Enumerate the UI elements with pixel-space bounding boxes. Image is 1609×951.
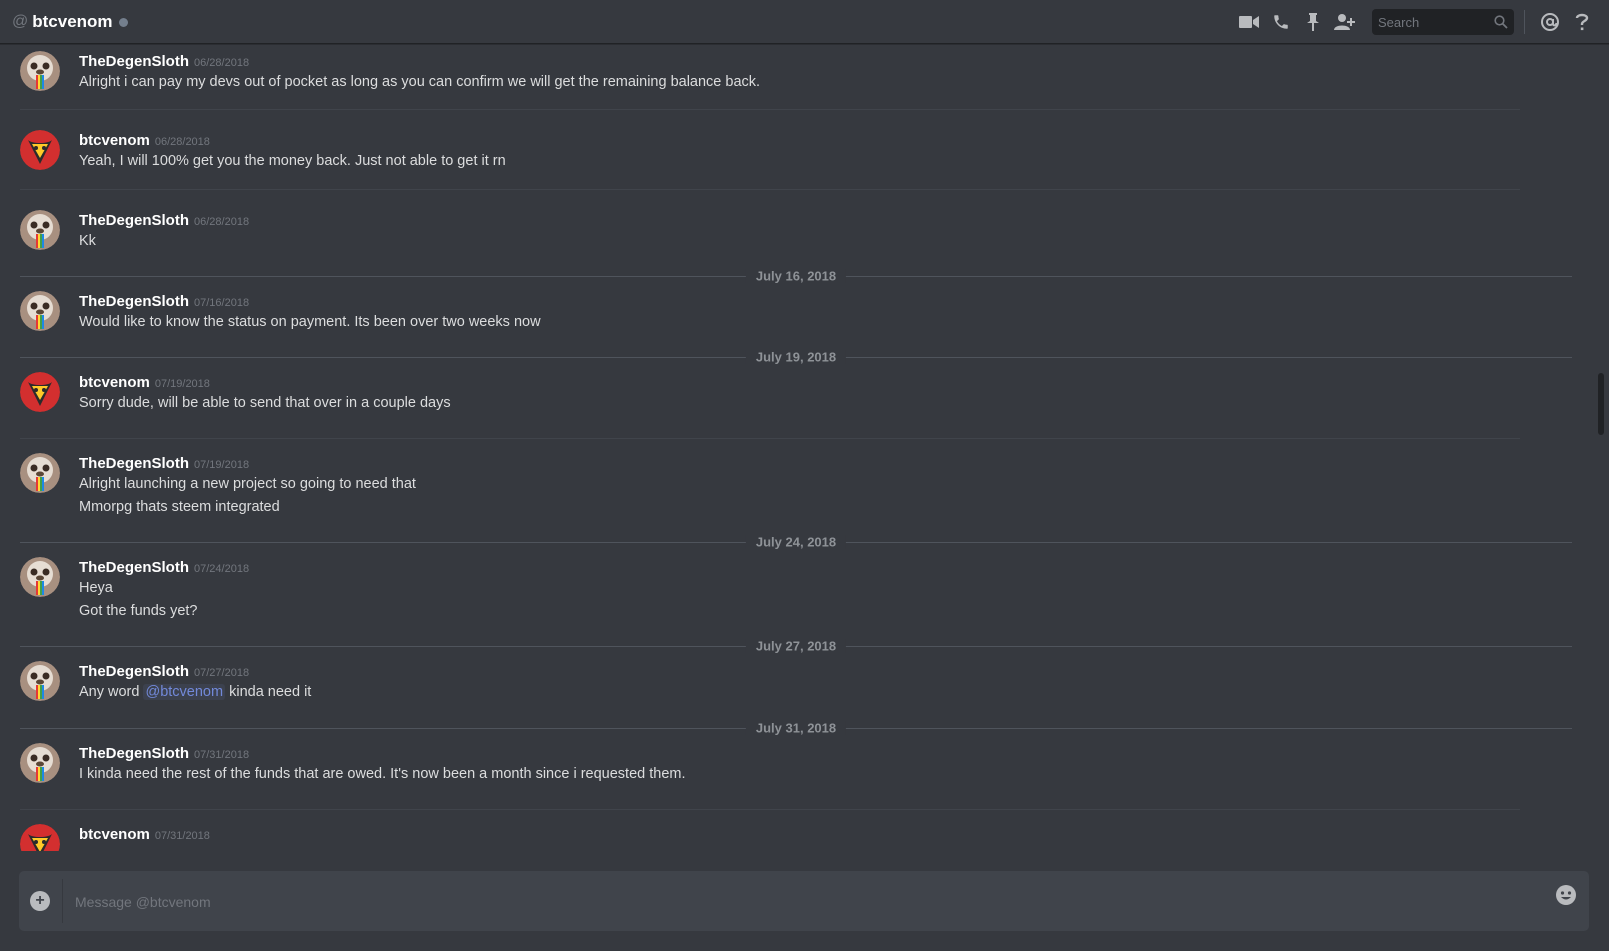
toolbar-divider (1524, 10, 1525, 34)
message-author[interactable]: TheDegenSloth 06/28/2018 (79, 53, 249, 70)
date-divider: July 24, 2018 (20, 534, 1572, 550)
date-divider: July 16, 2018 (20, 268, 1572, 284)
video-camera-icon[interactable] (1236, 9, 1262, 35)
message-author[interactable]: TheDegenSloth 07/19/2018 (79, 455, 249, 472)
message-timestamp: 06/28/2018 (194, 57, 250, 69)
message-group: TheDegenSloth 07/24/2018 Heya Got the fun… (20, 557, 1556, 637)
emoji-icon[interactable] (1555, 884, 1577, 906)
phone-icon[interactable] (1268, 9, 1294, 35)
message-text: Got the funds yet? (79, 603, 198, 619)
avatar[interactable] (20, 51, 60, 91)
date-divider-label: July 27, 2018 (745, 638, 847, 654)
date-divider-label: July 19, 2018 (745, 349, 847, 365)
message-group: btcvenom 07/19/2018 Sorry dude, will be a… (20, 372, 1556, 432)
status-indicator (118, 17, 128, 27)
avatar[interactable] (20, 743, 60, 783)
at-icon[interactable] (1537, 9, 1563, 35)
message-group: TheDegenSloth 06/28/2018 Kk (20, 210, 1556, 270)
date-divider-label: July 16, 2018 (745, 268, 847, 284)
message-text: Would like to know the status on payment… (79, 314, 541, 330)
message-author[interactable]: TheDegenSloth 07/16/2018 (79, 293, 249, 310)
message-text: Any word @btcvenom kinda need it (79, 684, 312, 700)
message-separator (20, 109, 1520, 110)
message-author[interactable]: btcvenom 07/31/2018 (79, 826, 210, 843)
message-timestamp: 07/16/2018 (194, 297, 250, 309)
message-text: Alright i can pay my devs out of pocket … (79, 74, 761, 90)
message-group: btcvenom 06/28/2018 Yeah, I will 100% get… (20, 130, 1556, 190)
message-author[interactable]: btcvenom 07/19/2018 (79, 374, 210, 391)
message-separator (20, 189, 1520, 190)
search-icon (1494, 15, 1508, 29)
header-toolbar (1236, 0, 1609, 44)
message-group: btcvenom 07/31/2018 (20, 824, 1556, 851)
date-divider-label: July 24, 2018 (745, 534, 847, 550)
message-separator (20, 438, 1520, 439)
message-timestamp: 07/24/2018 (194, 563, 250, 575)
message-text: Yeah, I will 100% get you the money back… (79, 153, 506, 169)
message-timestamp: 07/19/2018 (194, 459, 250, 471)
message-group: TheDegenSloth 07/27/2018 Any word @btcven… (20, 661, 1556, 721)
message-timestamp: 07/31/2018 (154, 830, 210, 842)
message-group: TheDegenSloth 07/31/2018 I kinda need the… (20, 743, 1556, 803)
message-author[interactable]: TheDegenSloth 07/24/2018 (79, 559, 249, 576)
message-text: I kinda need the rest of the funds that … (79, 766, 686, 782)
date-divider: July 31, 2018 (20, 720, 1572, 736)
message-separator (20, 809, 1520, 810)
message-text: Heya (79, 580, 113, 596)
message-timestamp: 06/28/2018 (194, 216, 250, 228)
avatar[interactable] (20, 661, 60, 701)
search-bar[interactable] (1372, 9, 1514, 35)
message-group: TheDegenSloth 06/28/2018 Alright i can pa… (20, 51, 1556, 111)
help-icon[interactable] (1569, 9, 1595, 35)
message-timestamp: 07/31/2018 (194, 749, 250, 761)
message-author[interactable]: TheDegenSloth 06/28/2018 (79, 212, 249, 229)
message-text: Alright launching a new project so going… (79, 476, 416, 492)
message-author[interactable]: TheDegenSloth 07/27/2018 (79, 663, 249, 680)
at-symbol: @ (12, 12, 29, 30)
message-composer: + (19, 871, 1589, 931)
date-divider: July 27, 2018 (20, 638, 1572, 654)
avatar[interactable] (20, 372, 60, 412)
message-text: Kk (79, 233, 96, 249)
message-author[interactable]: TheDegenSloth 07/31/2018 (79, 745, 249, 762)
pin-icon[interactable] (1300, 9, 1326, 35)
avatar[interactable] (20, 291, 60, 331)
message-group: TheDegenSloth 07/19/2018 Alright launchin… (20, 453, 1556, 533)
scrollbar-thumb[interactable] (1598, 373, 1604, 435)
scrollbar-track[interactable] (1596, 44, 1604, 851)
avatar[interactable] (20, 824, 60, 851)
channel-name: btcvenom (32, 11, 113, 31)
add-user-icon[interactable] (1332, 9, 1358, 35)
date-divider-label: July 31, 2018 (745, 720, 847, 736)
message-group: TheDegenSloth 07/16/2018 Would like to kn… (20, 291, 1556, 351)
avatar[interactable] (20, 557, 60, 597)
avatar[interactable] (20, 453, 60, 493)
avatar[interactable] (20, 130, 60, 170)
message-timestamp: 07/27/2018 (194, 667, 250, 679)
message-timestamp: 07/19/2018 (154, 378, 210, 390)
message-list[interactable]: TheDegenSloth 06/28/2018 Alright i can pa… (0, 44, 1596, 851)
channel-header: @ btcvenom (0, 0, 1609, 44)
user-mention[interactable]: @btcvenom (143, 684, 226, 700)
message-author[interactable]: btcvenom 06/28/2018 (79, 132, 210, 149)
message-timestamp: 06/28/2018 (154, 136, 210, 148)
message-input[interactable] (73, 889, 1517, 915)
search-input[interactable] (1378, 14, 1488, 30)
composer-divider (62, 879, 63, 923)
message-text: Sorry dude, will be able to send that ov… (79, 395, 451, 411)
avatar[interactable] (20, 210, 60, 250)
date-divider: July 19, 2018 (20, 349, 1572, 365)
upload-plus-icon[interactable]: + (30, 891, 50, 911)
message-text: Mmorpg thats steem integrated (79, 499, 280, 515)
